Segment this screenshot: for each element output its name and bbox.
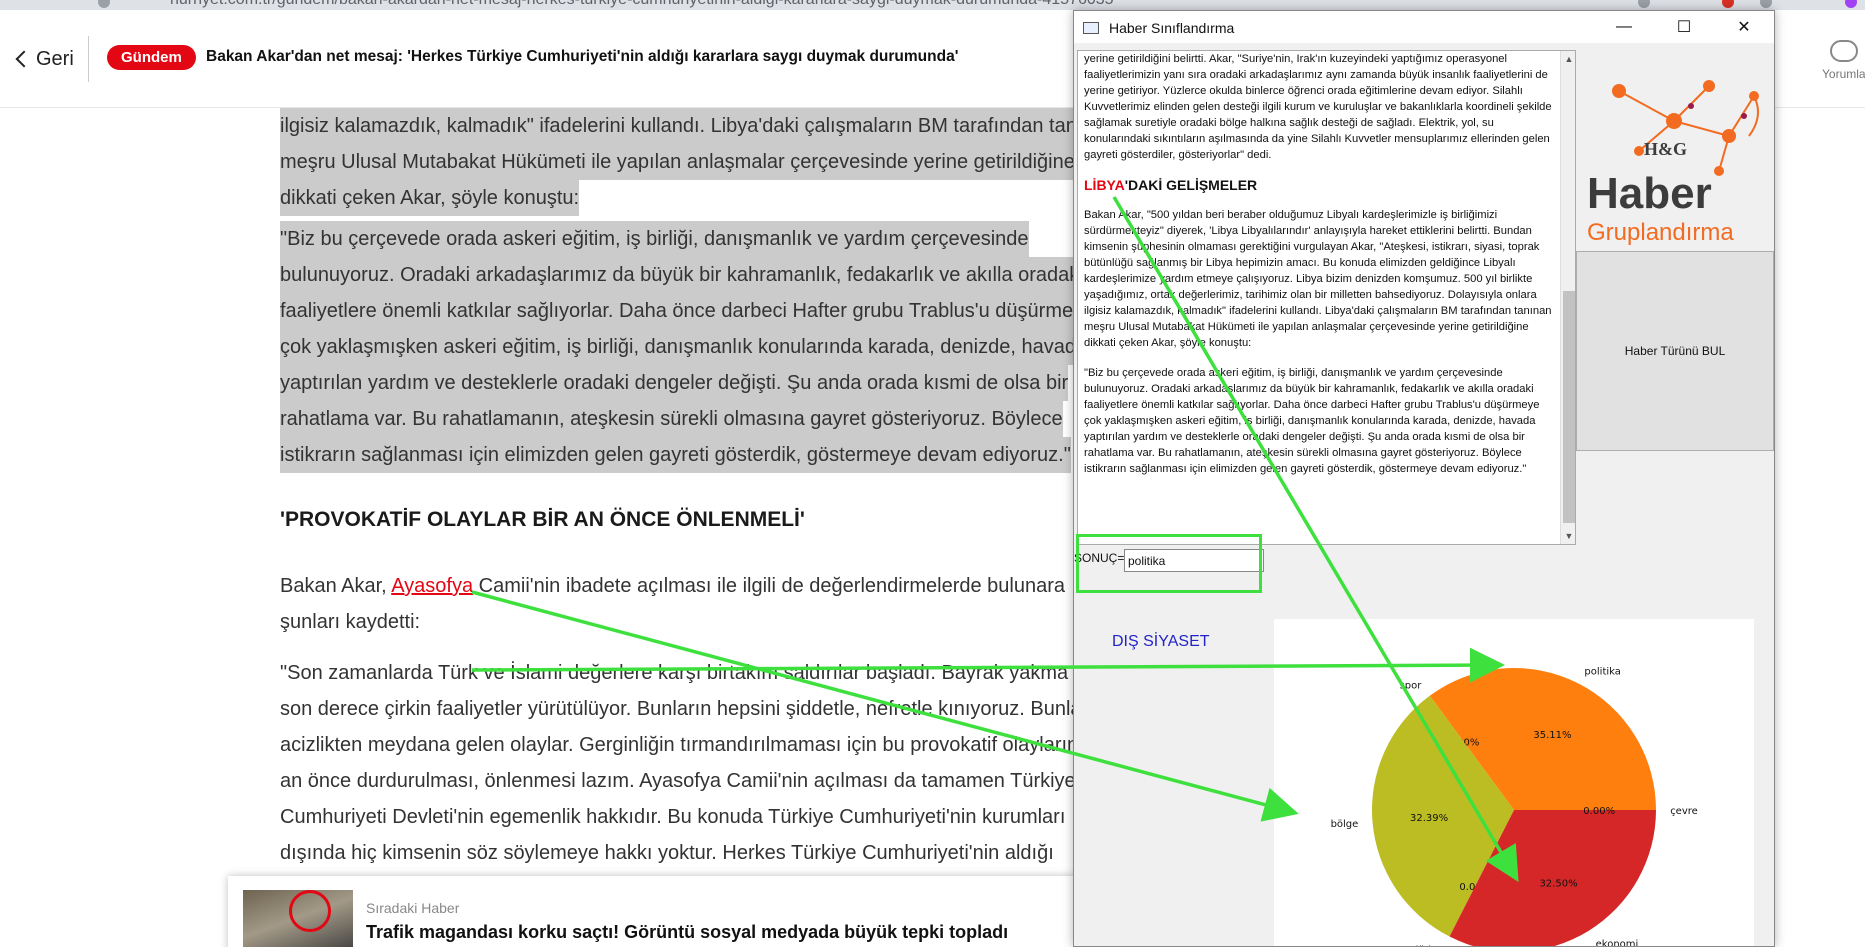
- article-line: an önce durdurulması, önlenmesi lazım. A…: [280, 770, 1076, 792]
- article-line: faaliyetlere önemli katkılar sağlıyorlar…: [280, 293, 1074, 329]
- puzzle-icon[interactable]: [1760, 0, 1772, 8]
- article-line: rahatlama var. Bu rahatlamanın, ateşkesi…: [280, 401, 1063, 437]
- article-subheading: 'PROVOKATİF OLAYLAR BİR AN ÖNCE ÖNLENMEL…: [280, 508, 805, 531]
- reload-icon[interactable]: [98, 0, 110, 8]
- article-line: dikkati çeken Akar, şöyle konuştu:: [280, 180, 580, 216]
- text-fragment: Bakan Akar,: [280, 575, 392, 597]
- profile-icon[interactable]: [1845, 0, 1857, 8]
- comment-icon[interactable]: [1830, 40, 1858, 62]
- app-icon: [1083, 22, 1099, 34]
- scroll-down-icon[interactable]: ▼: [1561, 528, 1575, 544]
- article-line: ilgisiz kalamazdık, kalmadık" ifadelerin…: [280, 108, 1077, 144]
- back-label: Geri: [36, 47, 74, 70]
- text-scrollbar[interactable]: ▲ ▼: [1560, 51, 1575, 544]
- find-news-type-button[interactable]: Haber Türünü BUL: [1576, 251, 1774, 451]
- classifier-window: Haber Sınıflandırma — ☐ ✕ yerine getiril…: [1073, 10, 1775, 947]
- pie-label-ekonomi: ekonomi: [1596, 939, 1639, 947]
- news-paragraph: "Biz bu çerçevede orada askeri eğitim, i…: [1084, 367, 1540, 475]
- header-title: Bakan Akar'dan net mesaj: 'Herkes Türkiy…: [206, 48, 959, 65]
- minimize-button[interactable]: —: [1594, 11, 1654, 43]
- header-divider: [88, 36, 89, 82]
- browser-toolbar: hurriyet.com.tr/gundem/bakan-akardan-net…: [0, 0, 1865, 10]
- comment-label[interactable]: Yorumla: [1822, 67, 1865, 81]
- highlight-circle: [289, 890, 331, 932]
- logo-monogram: H&G: [1644, 139, 1687, 159]
- news-heading-rest: 'DAKİ GELİŞMELER: [1124, 177, 1258, 193]
- maximize-button[interactable]: ☐: [1654, 11, 1714, 43]
- next-news-title[interactable]: Trafik magandası korku saçtı! Görüntü so…: [366, 922, 1008, 943]
- article-line: yaptırılan yardım ve desteklerle oradaki…: [280, 365, 1069, 401]
- pie-pct-çevre: 0.00%: [1583, 806, 1615, 817]
- category-badge[interactable]: Gündem: [107, 45, 196, 70]
- pie-pct-politika: 35.11%: [1533, 730, 1571, 741]
- news-heading-keyword: LİBYA: [1084, 177, 1125, 193]
- news-paragraph: yerine getirildiğini belirtti. Akar, "Su…: [1084, 53, 1552, 161]
- article-line: meşru Ulusal Mutabakat Hükümeti ile yapı…: [280, 144, 1075, 180]
- category-result: DIŞ SİYASET: [1112, 633, 1210, 650]
- pie-pct-ekonomi: 32.50%: [1539, 879, 1577, 890]
- scroll-thumb[interactable]: [1563, 291, 1575, 523]
- news-heading: LİBYA'DAKİ GELİŞMELER: [1084, 177, 1554, 193]
- article-line: şunları kaydetti:: [280, 611, 421, 633]
- article-line: Bakan Akar, Ayasofya Camii'nin ibadete a…: [280, 568, 1065, 604]
- window-title: Haber Sınıflandırma: [1109, 20, 1235, 36]
- pie-chart: politika35.11%spor0.00%bölge32.39%medya0…: [1331, 667, 1698, 947]
- pie-label-spor: spor: [1400, 680, 1423, 691]
- article-line: bulunuyoruz. Oradaki arkadaşlarımız da b…: [280, 257, 1080, 293]
- window-title-bar[interactable]: Haber Sınıflandırma — ☐ ✕: [1074, 11, 1774, 43]
- article-line: acizlikten meydana gelen olaylar. Gergin…: [280, 734, 1079, 756]
- article-line: "Son zamanlarda Türk ve İslami değerlere…: [280, 662, 1085, 684]
- article-line: çok yaklaşmışken askeri eğitim, iş birli…: [280, 329, 1076, 365]
- annotation-box: [1076, 534, 1262, 593]
- article-line: "Biz bu çerçevede orada askeri eğitim, i…: [280, 221, 1029, 257]
- back-button[interactable]: Geri: [12, 44, 74, 74]
- article-line: dışında hiç kimsenin söz söylemeye hakkı…: [280, 842, 1054, 864]
- logo-wordmark: Haber: [1587, 169, 1712, 218]
- next-news-card[interactable]: Sıradaki Haber Trafik magandası korku sa…: [228, 876, 1128, 947]
- text-fragment: Camii'nin ibadete açılması ile ilgili de…: [473, 575, 1066, 597]
- pie-label-bölge: bölge: [1331, 819, 1359, 830]
- chevron-left-icon: [15, 50, 33, 68]
- address-bar[interactable]: hurriyet.com.tr/gundem/bakan-akardan-net…: [170, 0, 1114, 9]
- pie-label-politika: politika: [1584, 667, 1620, 678]
- news-text-content: yerine getirildiğini belirtti. Akar, "Su…: [1084, 51, 1554, 491]
- pie-label-çevre: çevre: [1670, 806, 1698, 817]
- next-news-thumbnail[interactable]: [243, 890, 353, 947]
- news-text-area[interactable]: yerine getirildiğini belirtti. Akar, "Su…: [1077, 50, 1576, 545]
- close-button[interactable]: ✕: [1714, 11, 1774, 43]
- next-news-kicker: Sıradaki Haber: [366, 900, 460, 916]
- notification-icon[interactable]: [1722, 0, 1734, 8]
- pie-pct-bölge: 32.39%: [1410, 813, 1448, 824]
- article-line: istikrarın sağlanması için elimizden gel…: [280, 437, 1071, 473]
- app-logo: H&G Haber Gruplandırma: [1579, 51, 1769, 251]
- extension-icon[interactable]: [1638, 0, 1650, 8]
- scroll-up-icon[interactable]: ▲: [1561, 51, 1575, 67]
- pie-chart-panel: politika35.11%spor0.00%bölge32.39%medya0…: [1274, 619, 1754, 947]
- article-line: Cumhuriyeti Devleti'nin egemenlik hakkıd…: [280, 806, 1066, 828]
- logo-subtitle: Gruplandırma: [1587, 219, 1734, 246]
- article-line: son derece çirkin faaliyetler yürütülüyo…: [280, 698, 1082, 720]
- news-paragraph: Bakan Akar, "500 yıldan beri beraber old…: [1084, 209, 1552, 349]
- ayasofya-link[interactable]: Ayasofya: [391, 575, 473, 597]
